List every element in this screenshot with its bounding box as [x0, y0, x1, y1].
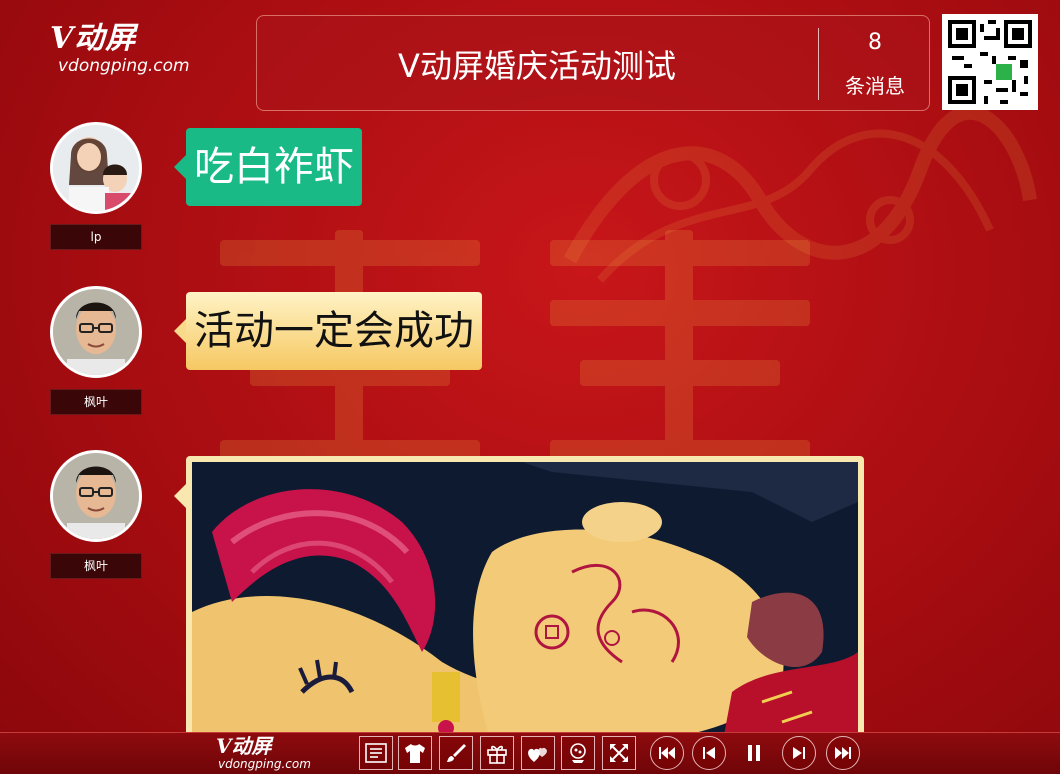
hearts-icon[interactable]: [521, 736, 555, 770]
vdongping-logo: V动屏 vdongping.com: [50, 22, 210, 86]
bottom-toolbar: V动屏 vdongping.com: [0, 732, 1060, 774]
logo-brand: V动屏: [50, 21, 137, 56]
next-icon[interactable]: [782, 736, 816, 770]
message-count-label: 条消息: [845, 74, 905, 98]
qr-code: [942, 14, 1038, 110]
avatar-lp[interactable]: [50, 122, 142, 214]
skip-last-icon[interactable]: [826, 736, 860, 770]
dragon-pattern-background: [563, 110, 1037, 283]
brush-icon[interactable]: [439, 736, 473, 770]
previous-icon[interactable]: [692, 736, 726, 770]
gift-icon[interactable]: [480, 736, 514, 770]
avatar-fengye[interactable]: [50, 286, 142, 378]
sender-name: 枫叶: [50, 553, 142, 579]
message-bubble: 活动一定会成功: [174, 292, 482, 370]
event-title-panel: V动屏婚庆活动测试 8 条消息: [256, 15, 930, 111]
pause-icon[interactable]: [737, 736, 771, 770]
sender-name: lp: [50, 224, 142, 250]
skip-first-icon[interactable]: [650, 736, 684, 770]
sender-name: 枫叶: [50, 389, 142, 415]
list-icon[interactable]: [359, 736, 393, 770]
event-title: V动屏婚庆活动测试: [398, 47, 676, 85]
lottery-icon[interactable]: [561, 736, 595, 770]
shirt-icon[interactable]: [398, 736, 432, 770]
avatar-fengye[interactable]: [50, 450, 142, 542]
message-photo[interactable]: [192, 462, 858, 746]
footer-logo: V动屏 vdongping.com: [216, 735, 326, 771]
message-bubble: 吃白祚虾: [174, 128, 362, 206]
message-count: 8: [868, 30, 882, 55]
footer-logo-domain: vdongping.com: [218, 757, 311, 771]
fullscreen-icon[interactable]: [602, 736, 636, 770]
footer-logo-brand: V动屏: [216, 734, 272, 758]
logo-domain: vdongping.com: [58, 56, 190, 76]
message-photo-bubble: [174, 456, 864, 746]
